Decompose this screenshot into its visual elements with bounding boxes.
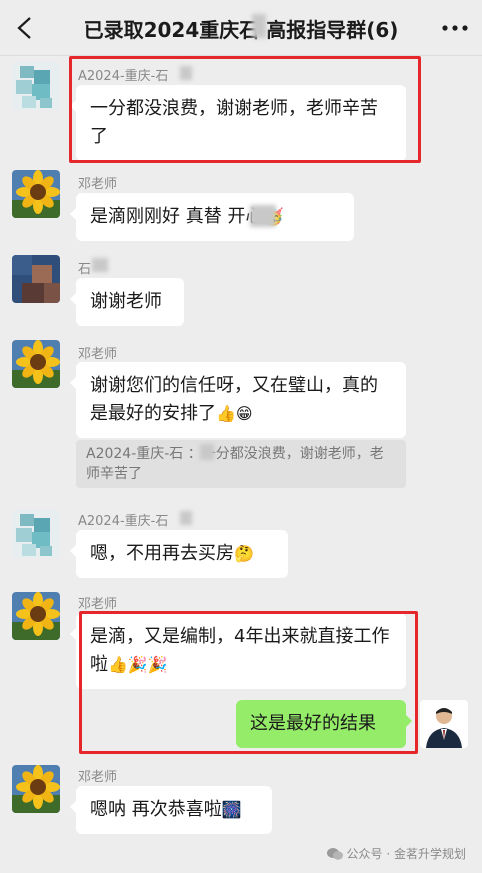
avatar[interactable] bbox=[12, 340, 60, 388]
thumbs-up-icon: 👍 bbox=[108, 655, 128, 674]
sender-name: 邓老师 bbox=[78, 347, 118, 362]
avatar[interactable] bbox=[12, 765, 60, 813]
message-bubble[interactable]: 谢谢您们的信任呀，又在璧山，真的是最好的安排了👍😁 bbox=[70, 362, 406, 438]
sender-name: 邓老师 bbox=[78, 177, 118, 192]
party-popper-icon: 🎉 bbox=[147, 655, 168, 674]
message-text: 是滴刚刚好 真替 开心 bbox=[90, 206, 264, 227]
thumbs-up-icon: 👍 bbox=[216, 404, 236, 423]
redaction-blur bbox=[252, 14, 266, 38]
back-arrow-icon[interactable] bbox=[14, 16, 36, 40]
more-options-icon[interactable] bbox=[442, 25, 468, 31]
message-bubble[interactable]: 一分都没浪费，谢谢老师，老师辛苦了 bbox=[70, 85, 406, 161]
avatar[interactable] bbox=[12, 255, 60, 303]
message-bubble[interactable]: 谢谢老师 bbox=[70, 278, 184, 326]
chat-title: 已录取2024重庆石 高报指导群(6) bbox=[83, 18, 399, 42]
redaction-blur bbox=[92, 258, 108, 272]
person-avatar-icon bbox=[420, 700, 468, 748]
message-bubble[interactable]: 是滴，又是编制，4年出来就直接工作啦👍🎉🎉 bbox=[70, 613, 406, 689]
redaction-blur bbox=[180, 66, 192, 80]
my-message-bubble[interactable]: 这是最好的结果 bbox=[236, 700, 412, 748]
avatar[interactable] bbox=[12, 170, 60, 218]
grin-icon: 😁 bbox=[235, 404, 253, 423]
message-text: 嗯，不用再去买房 bbox=[90, 543, 234, 564]
pixelated-avatar-icon bbox=[12, 62, 60, 110]
redaction-blur bbox=[180, 511, 192, 525]
sender-name: A2024-重庆-石 bbox=[78, 514, 169, 529]
chat-header: 已录取2024重庆石 高报指导群(6) bbox=[0, 0, 482, 56]
message-text: 嗯呐 再次恭喜啦 bbox=[90, 799, 222, 820]
avatar[interactable] bbox=[12, 62, 60, 110]
sunflower-avatar-icon bbox=[12, 340, 60, 388]
sunflower-avatar-icon bbox=[12, 170, 60, 218]
sender-name: 邓老师 bbox=[78, 597, 118, 612]
watermark-text: 公众号 · 金茗升学规划 bbox=[346, 847, 466, 861]
watermark: 公众号 · 金茗升学规划 bbox=[326, 845, 466, 862]
redaction-blur bbox=[250, 205, 276, 227]
sender-name: A2024-重庆-石 bbox=[78, 69, 169, 84]
avatar[interactable] bbox=[12, 510, 60, 558]
wechat-icon bbox=[326, 847, 343, 860]
message-bubble[interactable]: 嗯，不用再去买房🤔 bbox=[70, 530, 288, 578]
party-popper-icon: 🎉 bbox=[127, 655, 148, 674]
sunflower-avatar-icon bbox=[12, 765, 60, 813]
redaction-blur bbox=[200, 444, 214, 460]
thinking-face-icon: 🤔 bbox=[234, 544, 254, 563]
message-bubble[interactable]: 是滴刚刚好 真替 开心🥳 bbox=[70, 193, 354, 241]
sender-name: 石 bbox=[78, 262, 92, 277]
quoted-message[interactable]: A2024-重庆-石 ：一分都没浪费，谢谢老师，老师辛苦了 bbox=[76, 440, 406, 488]
message-bubble[interactable]: 嗯呐 再次恭喜啦🎆 bbox=[70, 786, 272, 834]
sender-name: 邓老师 bbox=[78, 770, 118, 785]
pixelated-avatar-icon bbox=[12, 510, 60, 558]
firework-icon: 🎆 bbox=[221, 800, 242, 819]
pixelated-avatar-icon bbox=[12, 255, 60, 303]
my-avatar[interactable] bbox=[420, 700, 468, 748]
avatar[interactable] bbox=[12, 592, 60, 640]
sunflower-avatar-icon bbox=[12, 592, 60, 640]
